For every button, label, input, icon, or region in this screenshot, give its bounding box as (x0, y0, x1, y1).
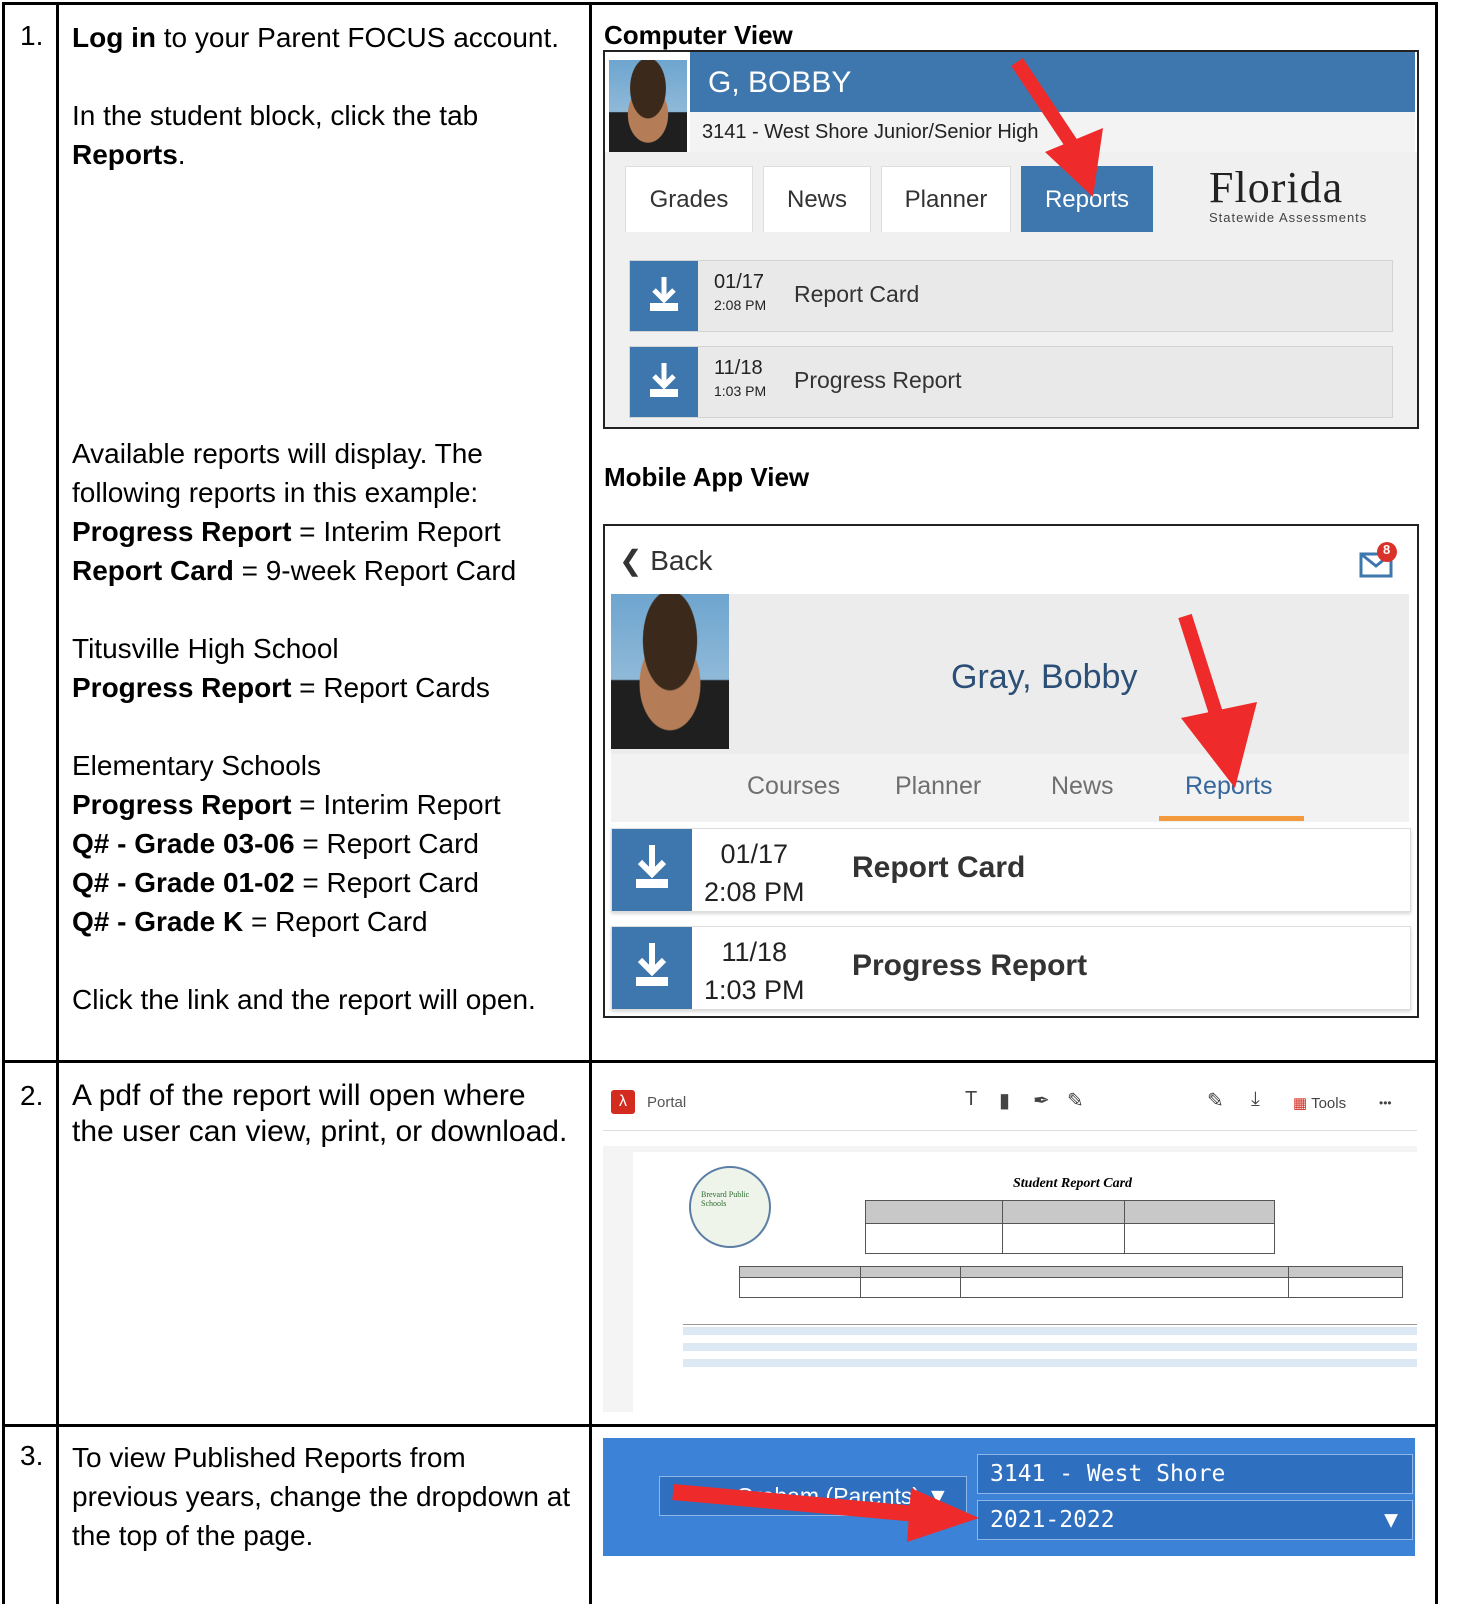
florida-logo-main: Florida (1209, 163, 1344, 212)
step-number: 1. (20, 20, 44, 51)
pen-icon[interactable]: ✎ (1067, 1088, 1084, 1113)
step-number: 3. (20, 1440, 44, 1471)
step-1-instructions: Log in to your Parent FOCUS account. In … (72, 18, 577, 174)
chevron-left-icon: ❮ (619, 545, 643, 576)
report-date: 11/18 1:03 PM (704, 937, 805, 1005)
report-link[interactable]: Progress Report (852, 949, 1087, 983)
report-date: 01/17 2:08 PM (704, 839, 805, 907)
table-border-top (2, 2, 1438, 5)
report-row-progress-report[interactable]: 11/18 1:03 PM Progress Report (611, 926, 1411, 1010)
red-arrow-annotation (672, 1484, 979, 1542)
download-icon (650, 277, 678, 311)
download-icon (636, 845, 668, 888)
report-row-report-card[interactable]: 01/17 2:08 PM Report Card (611, 828, 1411, 912)
table-col-image (589, 2, 592, 1604)
report-date: 01/17 2:08 PM (714, 271, 767, 313)
computer-view-heading: Computer View (604, 20, 793, 50)
download-icon (636, 943, 668, 986)
school-year-dropdown[interactable]: 2021-2022 ▼ (977, 1500, 1413, 1540)
download-icon (650, 363, 678, 397)
mapping-line: Progress Report = Report Cards (72, 672, 490, 703)
report-row-progress-report[interactable]: 11/18 1:03 PM Progress Report (629, 346, 1393, 418)
tab-courses[interactable]: Courses (747, 772, 840, 801)
titusville-heading: Titusville High School (72, 633, 339, 664)
student-info-table (739, 1266, 1403, 1298)
download-icon[interactable]: ⤓ (1251, 1088, 1260, 1111)
florida-logo: Florida Statewide Assessments (1209, 163, 1389, 226)
period-table (865, 1200, 1275, 1254)
report-link[interactable]: Report Card (852, 851, 1025, 885)
report-date: 11/18 1:03 PM (714, 357, 767, 399)
dropdown-screenshot: Graham (Parents) ▼ 3141 - West Shore Jun… (603, 1438, 1415, 1556)
acrobat-icon: λ (611, 1090, 635, 1114)
step-3-instruction: To view Published Reports from previous … (72, 1442, 571, 1551)
tab-news[interactable]: News (763, 166, 871, 232)
pdf-viewer-screenshot: λ Portal T ▮ ✒ ✎ ✎ ⤓ ▦ Tools ••• ▮ Breva… (603, 1076, 1417, 1412)
pdf-document-area: Brevard Public Schools Student Report Ca… (603, 1146, 1417, 1412)
back-button[interactable]: ❮ Back (619, 544, 713, 577)
district-seal: Brevard Public Schools (689, 1166, 771, 1248)
available-text: Available reports will display. The foll… (72, 438, 483, 508)
fill-sign-icon[interactable]: ✎ (1207, 1088, 1224, 1113)
report-link[interactable]: Report Card (794, 281, 919, 308)
school-dropdown[interactable]: 3141 - West Shore Junior/Senior High (977, 1454, 1413, 1525)
step-1-report-mapping: Available reports will display. The foll… (72, 434, 577, 1019)
step-number: 2. (20, 1080, 44, 1111)
report-card-title: Student Report Card (1013, 1176, 1133, 1191)
tab-planner[interactable]: Planner (881, 166, 1011, 232)
grades-table (683, 1310, 1417, 1380)
reports-list: 01/17 2:08 PM Report Card 11/18 1:03 PM Pr… (605, 232, 1417, 427)
tab-planner[interactable]: Planner (895, 772, 981, 801)
mobile-view-heading: Mobile App View (604, 462, 810, 492)
elementary-heading: Elementary Schools (72, 750, 322, 781)
report-link[interactable]: Progress Report (794, 367, 961, 394)
active-tab-underline (1159, 816, 1304, 821)
table-border-left (2, 2, 5, 1604)
student-photo (609, 60, 687, 154)
login-line: Log in to your Parent FOCUS account. (72, 22, 560, 53)
student-tabs: Courses Planner News Reports (611, 754, 1409, 822)
seal-text: Brevard Public Schools (701, 1190, 750, 1208)
table-row-2-bottom (2, 1424, 1438, 1427)
block-text: In the student block, click the tab (72, 100, 479, 131)
click-link-text: Click the link and the report will open. (72, 984, 536, 1015)
mapping-line: Q# - Grade K = Report Card (72, 906, 428, 937)
florida-logo-sub: Statewide Assessments (1209, 210, 1368, 225)
report-row-report-card[interactable]: 01/17 2:08 PM Report Card (629, 260, 1393, 332)
block-bold-line: Reports. (72, 139, 186, 170)
more-menu[interactable]: ••• (1379, 1096, 1392, 1110)
pdf-toolbar: λ Portal T ▮ ✒ ✎ ✎ ⤓ ▦ Tools ••• (603, 1076, 1417, 1131)
portal-label: Portal (647, 1094, 687, 1111)
mapping-line: Progress Report = Interim Report (72, 789, 501, 820)
tools-grid-icon: ▦ (1293, 1095, 1308, 1112)
table-border-right (1435, 2, 1438, 1604)
mapping-line: Q# - Grade 01-02 = Report Card (72, 867, 479, 898)
mapping-line: Progress Report = Interim Report (72, 516, 501, 547)
text-tool-icon[interactable]: T (965, 1088, 977, 1111)
highlight-icon[interactable]: ✒ (1033, 1088, 1050, 1113)
download-button[interactable] (630, 261, 698, 331)
comment-icon[interactable]: ▮ (999, 1088, 1010, 1113)
dropdown-arrow-icon: ▼ (1384, 1507, 1398, 1533)
mapping-line: Report Card = 9-week Report Card (72, 555, 517, 586)
tab-grades[interactable]: Grades (625, 166, 753, 232)
student-photo (611, 594, 729, 749)
table-col-number (56, 2, 59, 1604)
red-arrow-annotation (1011, 58, 1103, 197)
mail-badge: 8 (1383, 542, 1391, 557)
computer-view-screenshot: G, BOBBY 3141 - West Shore Junior/Senior… (603, 50, 1419, 429)
tools-button[interactable]: ▦ Tools (1293, 1094, 1346, 1112)
student-name: Gray, Bobby (951, 658, 1138, 696)
table-row-1-bottom (2, 1060, 1438, 1063)
download-button[interactable] (612, 927, 692, 1009)
download-button[interactable] (612, 829, 692, 911)
pdf-page: Brevard Public Schools Student Report Ca… (633, 1152, 1417, 1412)
tab-news[interactable]: News (1051, 772, 1114, 801)
red-arrow-annotation (1178, 613, 1257, 788)
mapping-line: Q# - Grade 03-06 = Report Card (72, 828, 479, 859)
mobile-view-screenshot: ❮ Back 8 Gray, Bobby Courses Planner New… (603, 524, 1419, 1018)
mail-icon[interactable]: 8 (1359, 542, 1399, 582)
step-2-instruction: A pdf of the report will open where the … (72, 1079, 568, 1148)
download-button[interactable] (630, 347, 698, 417)
